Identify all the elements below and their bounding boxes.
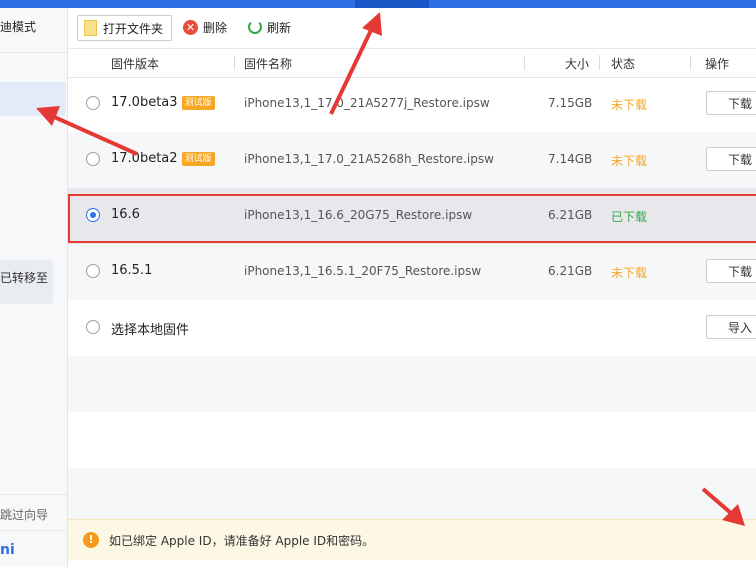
table-header: 固件版本 固件名称 大小 状态 操作 <box>68 48 756 78</box>
download-status: 未下载 <box>611 266 648 280</box>
delete-icon: ✕ <box>183 19 198 35</box>
skip-wizard-link[interactable]: 跳过向导 <box>0 506 48 523</box>
row-radio[interactable] <box>86 264 100 278</box>
user-name: ni <box>0 542 15 558</box>
folder-icon <box>84 20 97 36</box>
beta-badge: 测试版 <box>181 152 215 166</box>
column-separator <box>690 55 691 70</box>
download-button[interactable]: 下载 <box>706 91 756 115</box>
top-accent-bar <box>0 0 756 8</box>
toolbar: 打开文件夹 ✕ 删除 刷新 <box>68 8 756 46</box>
sidebar-title: 迪模式 <box>0 20 37 34</box>
sidebar-divider <box>0 494 67 495</box>
sidebar-item-selected[interactable] <box>0 82 66 116</box>
apple-id-notice: ! 如已绑定 Apple ID，请准备好 Apple ID和密码。 <box>68 519 756 560</box>
sidebar: 迪模式 已转移至 跳过向导 ni <box>0 8 68 567</box>
row-radio[interactable] <box>86 152 100 166</box>
empty-row <box>68 468 756 524</box>
firmware-version: 17.0beta3 测试版 <box>111 95 215 110</box>
open-folder-label: 打开文件夹 <box>103 21 164 36</box>
sidebar-status-box: 已转移至 <box>0 260 53 304</box>
firmware-name: iPhone13,1_16.5.1_20F75_Restore.ipsw <box>244 264 482 278</box>
row-radio[interactable] <box>86 96 100 110</box>
sidebar-divider <box>0 52 67 53</box>
firmware-name: iPhone13,1_17.0_21A5268h_Restore.ipsw <box>244 152 494 166</box>
sidebar-status-text: 已转移至 <box>0 271 49 285</box>
download-button[interactable]: 下载 <box>706 147 756 171</box>
download-status: 未下载 <box>611 154 648 168</box>
empty-row <box>68 412 756 468</box>
firmware-size: 7.14GB <box>548 152 593 166</box>
table-row[interactable]: 17.0beta3 测试版 iPhone13,1_17.0_21A5277j_Re… <box>68 76 756 132</box>
beta-badge: 测试版 <box>181 96 215 110</box>
column-separator <box>524 55 525 70</box>
empty-row <box>68 356 756 412</box>
open-folder-button[interactable]: 打开文件夹 <box>77 15 173 41</box>
column-header-action: 操作 <box>705 57 730 71</box>
firmware-version: 17.0beta2 测试版 <box>111 151 215 166</box>
row-radio[interactable] <box>86 320 100 334</box>
column-header-size: 大小 <box>565 57 590 71</box>
refresh-label: 刷新 <box>267 20 292 35</box>
refresh-button[interactable]: 刷新 <box>248 15 291 39</box>
firmware-size: 7.15GB <box>548 96 593 110</box>
refresh-icon <box>248 20 262 34</box>
sidebar-divider <box>0 530 67 531</box>
table-row[interactable]: 17.0beta2 测试版 iPhone13,1_17.0_21A5268h_Re… <box>68 132 756 188</box>
column-separator <box>234 55 235 70</box>
firmware-size: 6.21GB <box>548 264 593 278</box>
firmware-version: 16.5.1 <box>111 263 153 278</box>
delete-button[interactable]: ✕ 删除 <box>183 15 227 39</box>
column-header-status: 状态 <box>611 57 636 71</box>
active-top-tab[interactable] <box>355 0 429 8</box>
column-header-version: 固件版本 <box>111 57 160 71</box>
download-button[interactable]: 下载 <box>706 259 756 283</box>
notice-text: 如已绑定 Apple ID，请准备好 Apple ID和密码。 <box>109 534 375 548</box>
selected-row-highlight <box>68 194 756 243</box>
firmware-panel: 打开文件夹 ✕ 删除 刷新 固件版本 固件名称 大小 状态 操作 17.0bet… <box>68 8 756 567</box>
column-header-name: 固件名称 <box>244 57 293 71</box>
table-row-local-firmware[interactable]: 选择本地固件 导入 <box>68 300 756 356</box>
delete-label: 删除 <box>203 20 228 35</box>
column-separator <box>599 55 600 70</box>
download-status: 未下载 <box>611 98 648 112</box>
table-row[interactable]: 16.5.1 iPhone13,1_16.5.1_20F75_Restore.i… <box>68 244 756 300</box>
import-button[interactable]: 导入 <box>706 315 756 339</box>
local-firmware-label: 选择本地固件 <box>111 323 190 338</box>
firmware-name: iPhone13,1_17.0_21A5277j_Restore.ipsw <box>244 96 490 110</box>
warning-icon: ! <box>83 532 99 548</box>
